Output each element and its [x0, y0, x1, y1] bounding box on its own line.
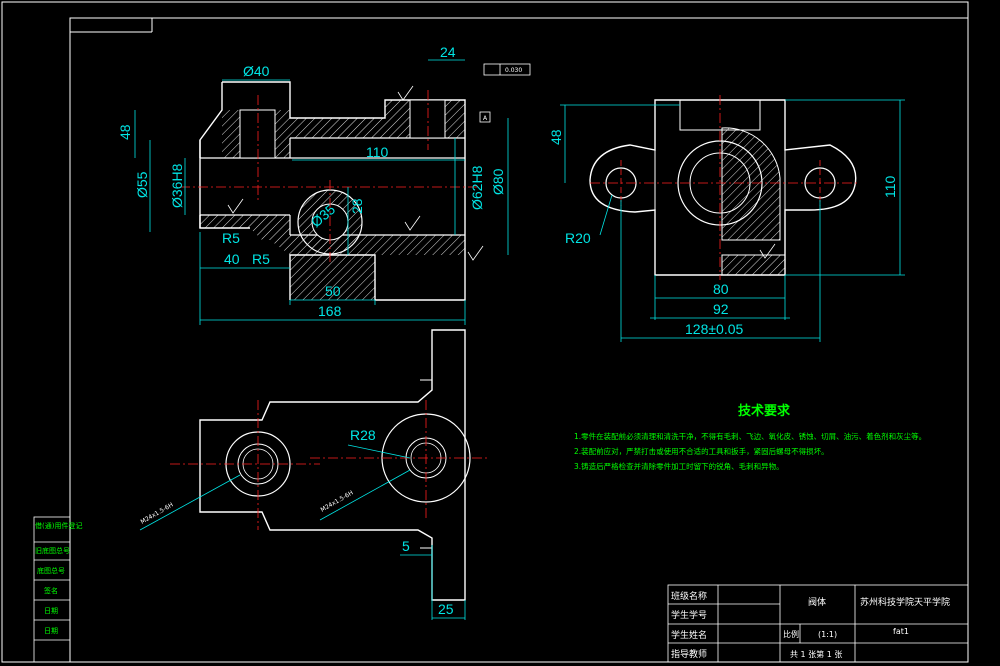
tb-scale-label: 比例 — [783, 629, 799, 639]
front-view: Ø40 24 48 110 Ø55 Ø36H8 Ø62H8 Ø80 Ø35 28… — [117, 44, 531, 325]
top-dim-r28: R28 — [350, 427, 376, 443]
dim-d40: Ø40 — [243, 63, 270, 79]
tb-scale: (1:1) — [818, 630, 837, 639]
tech-item-3: 3.铸造后严格检查并清除零件加工时留下的锐角、毛刺和异物。 — [574, 461, 784, 471]
tech-requirements: 技术要求 1.零件在装配前必须清理和清洗干净，不得有毛刺、飞边、氧化皮、锈蚀、切… — [574, 403, 926, 471]
tb-label-id: 学生学号 — [671, 609, 707, 621]
top-dim-d5: 5 — [402, 538, 410, 554]
sidebar-item-4: 日期 — [44, 607, 58, 615]
dim-d55: Ø55 — [134, 171, 150, 198]
dim-r5b: R5 — [252, 251, 270, 267]
tech-item-2: 2.装配前应对，严禁打击或使用不合适的工具和扳手，紧固后螺母不得损坏。 — [574, 446, 829, 456]
tech-title: 技术要求 — [738, 403, 791, 419]
side-dim-d80: 80 — [713, 281, 729, 297]
tb-part-name: 阀体 — [808, 596, 826, 608]
dim-d168: 168 — [318, 303, 342, 319]
dim-d110: 110 — [366, 144, 389, 160]
tb-label-name: 学生姓名 — [671, 629, 707, 641]
top-dim-d25: 25 — [438, 601, 454, 617]
outer-frame — [1, 1, 969, 663]
tb-school: 苏州科技学院天平学院 — [860, 596, 950, 608]
datum-label: A — [483, 115, 488, 122]
side-dim-d110: 110 — [882, 175, 898, 198]
tb-label-class: 班级名称 — [671, 590, 707, 602]
sidebar-item-2: 底图总号 — [37, 566, 65, 575]
sidebar-item-1: 旧底图总号 — [35, 546, 70, 555]
dim-d62h8: Ø62H8 — [469, 165, 485, 210]
top-view: R28 5 25 M24x1.5-6H M24x1.5-6H — [140, 329, 490, 620]
sidebar-item-3: 签名 — [44, 586, 58, 595]
tolerance-frame: 0.030 — [505, 67, 522, 74]
inner-frame — [69, 17, 969, 663]
dim-d36h8: Ø36H8 — [169, 163, 185, 208]
dim-d28: 28 — [349, 198, 365, 214]
sidebar-item-5: 日期 — [44, 627, 58, 635]
tb-file: fat1 — [893, 627, 909, 636]
tb-sheet: 共 1 张第 1 张 — [790, 649, 842, 659]
dim-r5a: R5 — [222, 230, 240, 246]
side-dim-d48: 48 — [548, 129, 564, 145]
side-view: 48 110 R20 80 92 128±0.05 — [548, 95, 905, 342]
side-dim-d92: 92 — [713, 301, 729, 317]
dim-d40b: 40 — [224, 251, 240, 267]
tb-label-teacher: 指导教师 — [671, 648, 707, 660]
dim-d50: 50 — [325, 283, 341, 299]
sidebar-item-0: 借(通)用件登记 — [35, 521, 82, 530]
drawing-canvas: Ø40 24 48 110 Ø55 Ø36H8 Ø62H8 Ø80 Ø35 28… — [1, 1, 969, 663]
dim-d48: 48 — [117, 124, 133, 140]
dim-d80: Ø80 — [490, 168, 506, 195]
tech-item-1: 1.零件在装配前必须清理和清洗干净，不得有毛刺、飞边、氧化皮、锈蚀、切屑、油污、… — [574, 431, 926, 441]
side-dim-r20: R20 — [565, 230, 591, 246]
side-dim-d128: 128±0.05 — [685, 321, 744, 337]
dim-d24: 24 — [440, 44, 456, 60]
